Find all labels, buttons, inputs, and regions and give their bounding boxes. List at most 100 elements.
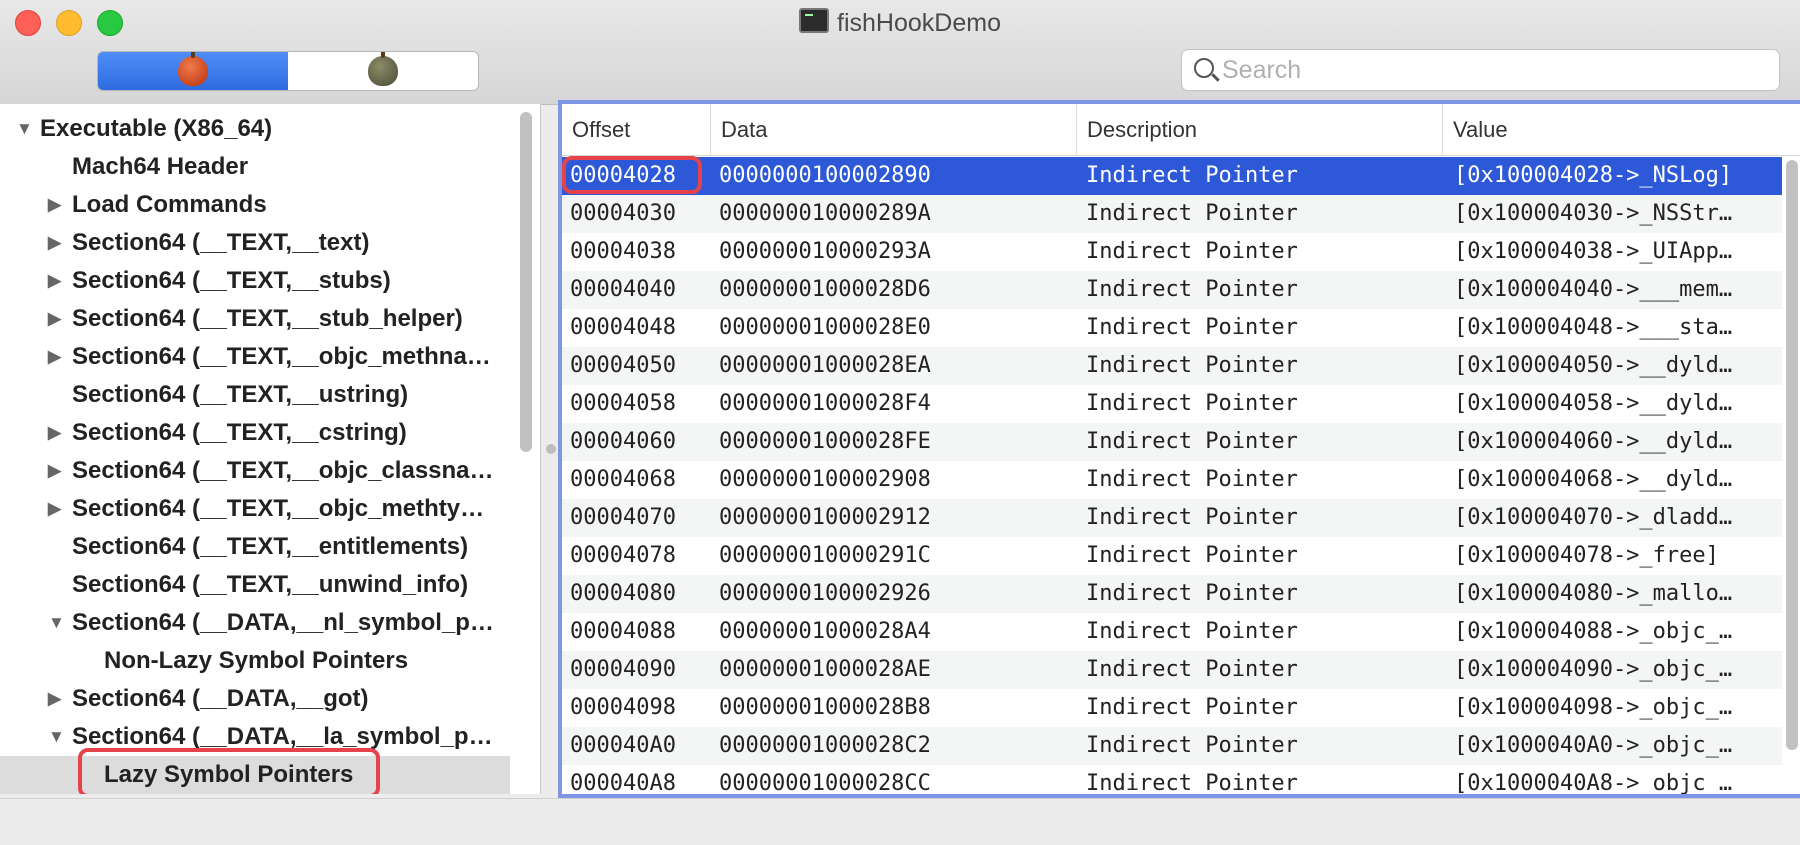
cell-value: [0x100004030->_NSStr…: [1454, 201, 1733, 226]
column-header-offset[interactable]: Offset: [562, 104, 711, 155]
segment-red-apple[interactable]: [98, 52, 288, 90]
split-view-divider-handle[interactable]: [546, 444, 556, 454]
cell-offset: 00004050: [570, 353, 676, 378]
cell-offset: 00004028: [570, 163, 676, 188]
cell-offset: 00004058: [570, 391, 676, 416]
cell-value: [0x100004028->_NSLog]: [1454, 163, 1733, 188]
outline-row[interactable]: Non-Lazy Symbol Pointers: [0, 642, 510, 680]
outline-row[interactable]: Section64 (__TEXT,__ustring): [0, 376, 510, 414]
outline-row-label: Section64 (__TEXT,__ustring): [72, 381, 409, 408]
cell-description: Indirect Pointer: [1086, 619, 1298, 644]
cell-description: Indirect Pointer: [1086, 657, 1298, 682]
table-header: Offset Data Description Value: [562, 104, 1800, 156]
table-row[interactable]: 00004060 00000001000028FE Indirect Pointer…: [562, 423, 1782, 461]
outline-row[interactable]: ▶ Section64 (__TEXT,__objc_methty…: [0, 490, 510, 528]
outline-row[interactable]: ▶ Section64 (__TEXT,__text): [0, 224, 510, 262]
table-row[interactable]: 00004070 0000000100002912 Indirect Pointer…: [562, 499, 1782, 537]
cell-description: Indirect Pointer: [1086, 505, 1298, 530]
outline-row-label: Section64 (__TEXT,__stubs): [72, 267, 391, 294]
outline-row[interactable]: ▶ Section64 (__TEXT,__objc_methna…: [0, 338, 510, 376]
cell-offset: 00004098: [570, 695, 676, 720]
segment-gray-apple[interactable]: [288, 52, 478, 90]
outline-row-label: Mach64 Header: [72, 153, 249, 180]
disclosure-collapsed-icon[interactable]: ▶: [48, 224, 66, 262]
table-scrollbar[interactable]: [1784, 160, 1800, 750]
cell-data: 0000000100002912: [719, 505, 931, 530]
cell-description: Indirect Pointer: [1086, 429, 1298, 454]
window-title: fishHookDemo: [0, 8, 1800, 38]
cell-offset: 00004038: [570, 239, 676, 264]
disclosure-collapsed-icon[interactable]: ▶: [48, 680, 66, 718]
cell-value: [0x100004058->__dyld…: [1454, 391, 1733, 416]
outline-row[interactable]: ▼ Executable (X86_64): [0, 110, 510, 148]
outline-row[interactable]: ▶ Section64 (__TEXT,__stub_helper): [0, 300, 510, 338]
mode-segmented-control: [97, 51, 479, 91]
cell-offset: 00004048: [570, 315, 676, 340]
cell-value: [0x100004040->___mem…: [1454, 277, 1733, 302]
outline-row[interactable]: ▶ Section64 (__TEXT,__objc_classna…: [0, 452, 510, 490]
cell-data: 00000001000028B8: [719, 695, 931, 720]
outline-row[interactable]: Lazy Symbol Pointers: [0, 756, 510, 794]
disclosure-collapsed-icon[interactable]: ▶: [48, 490, 66, 528]
cell-description: Indirect Pointer: [1086, 543, 1298, 568]
table-row[interactable]: 00004078 000000010000291C Indirect Pointer…: [562, 537, 1782, 575]
outline-scroll-thumb[interactable]: [520, 112, 532, 452]
disclosure-collapsed-icon[interactable]: ▶: [48, 300, 66, 338]
cell-value: [0x1000040A0->_objc_…: [1454, 733, 1733, 758]
table-panel: Offset Data Description Value 00004028 00…: [558, 100, 1800, 798]
outline-scrollbar[interactable]: [519, 112, 533, 452]
disclosure-collapsed-icon[interactable]: ▶: [48, 262, 66, 300]
red-apple-icon: [178, 52, 208, 86]
outline-row[interactable]: Section64 (__TEXT,__entitlements): [0, 528, 510, 566]
column-header-data[interactable]: Data: [711, 104, 1077, 155]
table-row[interactable]: 00004088 00000001000028A4 Indirect Pointer…: [562, 613, 1782, 651]
cell-data: 00000001000028F4: [719, 391, 931, 416]
outline-row[interactable]: ▶ Section64 (__DATA,__got): [0, 680, 510, 718]
cell-value: [0x100004070->_dladd…: [1454, 505, 1733, 530]
cell-description: Indirect Pointer: [1086, 391, 1298, 416]
cell-data: 000000010000293A: [719, 239, 931, 264]
disclosure-expanded-icon[interactable]: ▼: [48, 718, 66, 756]
outline-row-label: Executable (X86_64): [40, 115, 273, 142]
outline-row[interactable]: ▼ Section64 (__DATA,__la_symbol_p…: [0, 718, 510, 756]
disclosure-collapsed-icon[interactable]: ▶: [48, 414, 66, 452]
cell-data: 00000001000028E0: [719, 315, 931, 340]
outline-row[interactable]: Mach64 Header: [0, 148, 510, 186]
table-row[interactable]: 00004028 0000000100002890 Indirect Pointer…: [562, 157, 1782, 195]
outline-row[interactable]: Section64 (__TEXT,__unwind_info): [0, 566, 510, 604]
table-row[interactable]: 000040A8 00000001000028CC Indirect Pointer…: [562, 765, 1782, 796]
disclosure-collapsed-icon[interactable]: ▶: [48, 186, 66, 224]
cell-value: [0x1000040A8->_objc_…: [1454, 771, 1733, 796]
disclosure-collapsed-icon[interactable]: ▶: [48, 452, 66, 490]
table-row[interactable]: 00004038 000000010000293A Indirect Pointer…: [562, 233, 1782, 271]
cell-offset: 00004090: [570, 657, 676, 682]
table-row[interactable]: 00004050 00000001000028EA Indirect Pointer…: [562, 347, 1782, 385]
table-row[interactable]: 00004058 00000001000028F4 Indirect Pointer…: [562, 385, 1782, 423]
table-row[interactable]: 00004048 00000001000028E0 Indirect Pointer…: [562, 309, 1782, 347]
cell-data: 00000001000028CC: [719, 771, 931, 796]
outline-row[interactable]: ▶ Section64 (__TEXT,__cstring): [0, 414, 510, 452]
outline-row[interactable]: ▼ Section64 (__DATA,__nl_symbol_p…: [0, 604, 510, 642]
table-row[interactable]: 00004030 000000010000289A Indirect Pointer…: [562, 195, 1782, 233]
cell-offset: 00004080: [570, 581, 676, 606]
disclosure-collapsed-icon[interactable]: ▶: [48, 338, 66, 376]
outline-row[interactable]: ▶ Section64 (__TEXT,__stubs): [0, 262, 510, 300]
table-row[interactable]: 00004068 0000000100002908 Indirect Pointer…: [562, 461, 1782, 499]
table-row[interactable]: 00004098 00000001000028B8 Indirect Pointer…: [562, 689, 1782, 727]
column-header-description[interactable]: Description: [1077, 104, 1443, 155]
table-scroll-thumb[interactable]: [1786, 160, 1798, 750]
table-row[interactable]: 00004040 00000001000028D6 Indirect Pointer…: [562, 271, 1782, 309]
disclosure-expanded-icon[interactable]: ▼: [16, 110, 34, 148]
cell-offset: 00004060: [570, 429, 676, 454]
cell-description: Indirect Pointer: [1086, 695, 1298, 720]
outline-row-label: Section64 (__DATA,__got): [72, 685, 369, 712]
table-row[interactable]: 00004080 0000000100002926 Indirect Pointer…: [562, 575, 1782, 613]
outline-row[interactable]: ▶ Load Commands: [0, 186, 510, 224]
table-row[interactable]: 000040A0 00000001000028C2 Indirect Pointer…: [562, 727, 1782, 765]
cell-data: 00000001000028AE: [719, 657, 931, 682]
disclosure-expanded-icon[interactable]: ▼: [48, 604, 66, 642]
table-row[interactable]: 00004090 00000001000028AE Indirect Pointer…: [562, 651, 1782, 689]
column-header-value[interactable]: Value: [1443, 104, 1773, 155]
search-input[interactable]: [1220, 50, 1764, 90]
cell-value: [0x100004090->_objc_…: [1454, 657, 1733, 682]
